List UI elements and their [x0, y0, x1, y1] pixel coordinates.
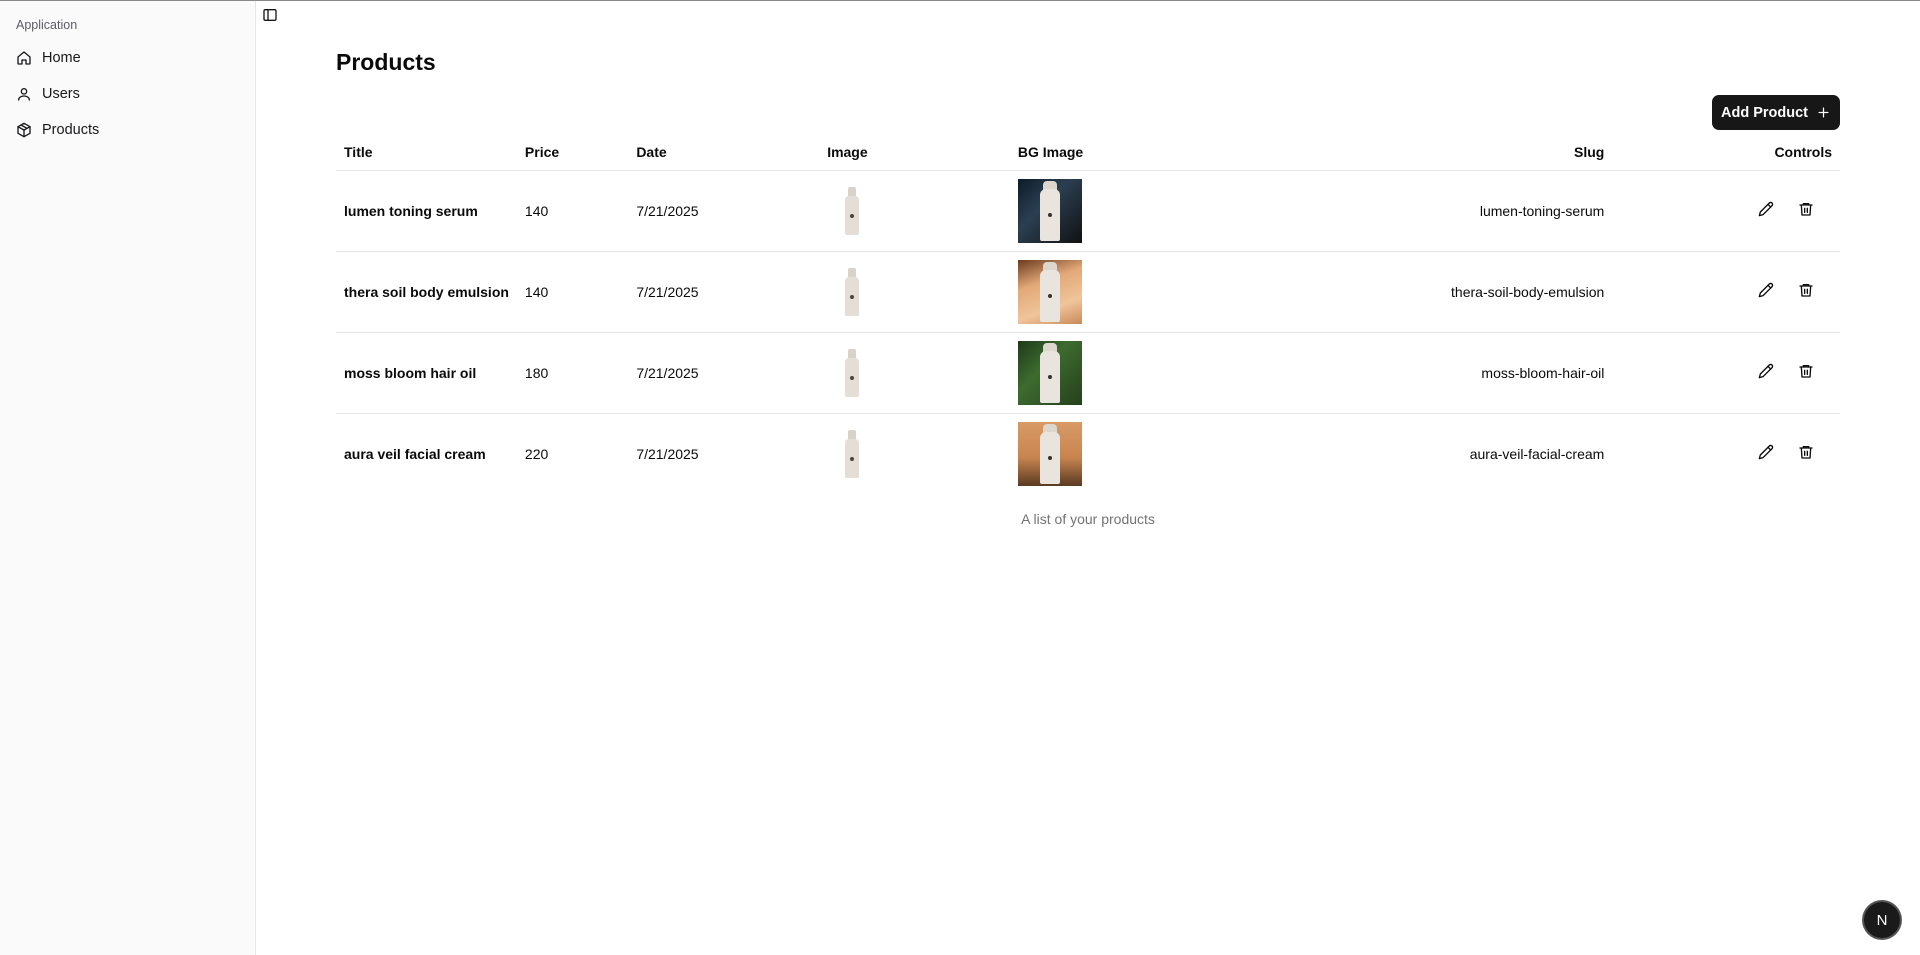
- product-title: moss bloom hair oil: [336, 332, 517, 414]
- delete-trash-icon[interactable]: [1798, 282, 1814, 298]
- delete-trash-icon[interactable]: [1798, 444, 1814, 460]
- column-header-slug: Slug: [1268, 134, 1613, 171]
- product-title: thera soil body emulsion: [336, 251, 517, 333]
- column-header-controls: Controls: [1612, 134, 1840, 171]
- sidebar-item-label: Home: [42, 50, 81, 66]
- delete-trash-icon[interactable]: [1798, 201, 1814, 217]
- add-product-button[interactable]: Add Product: [1712, 95, 1840, 130]
- sidebar-group-label: Application: [16, 18, 78, 32]
- edit-pencil-icon[interactable]: [1758, 201, 1774, 217]
- product-price: 140: [516, 170, 629, 252]
- home-icon: [17, 51, 31, 65]
- product-slug: moss-bloom-hair-oil: [1268, 332, 1613, 414]
- sidebar-item-home[interactable]: Home: [8, 41, 248, 75]
- product-bg-image: [1017, 178, 1082, 243]
- product-date: 7/21/2025: [636, 445, 699, 462]
- column-header-date: Date: [628, 134, 820, 171]
- table-row: moss bloom hair oil 180 7/21/2025 moss-b…: [336, 332, 1840, 414]
- product-title: lumen toning serum: [336, 170, 517, 252]
- sidebar-item-users[interactable]: Users: [8, 77, 248, 111]
- delete-trash-icon[interactable]: [1798, 363, 1814, 379]
- column-header-bg-image: BG Image: [1009, 134, 1269, 171]
- product-price: 220: [524, 445, 549, 462]
- product-image: [845, 186, 860, 235]
- edit-pencil-icon[interactable]: [1758, 444, 1774, 460]
- next-dev-badge[interactable]: N: [1864, 902, 1900, 938]
- plus-icon: [1818, 107, 1829, 118]
- column-header-image: Image: [819, 134, 1010, 171]
- product-bg-image: [1017, 259, 1082, 324]
- product-price: 140: [516, 251, 629, 333]
- sidebar-item-label: Products: [42, 122, 100, 138]
- sidebar-item-products[interactable]: Products: [8, 113, 248, 147]
- sidebar-item-label: Users: [42, 86, 80, 102]
- table-row: thera soil body emulsion 140 7/21/2025 t…: [336, 251, 1840, 333]
- product-slug: aura-veil-facial-cream: [1469, 445, 1605, 462]
- add-product-label: Add Product: [1721, 104, 1808, 121]
- product-image: [845, 348, 860, 397]
- sidebar: Application Home Users Products: [0, 1, 256, 955]
- table-caption: A list of your products: [1021, 511, 1155, 527]
- edit-pencil-icon[interactable]: [1758, 363, 1774, 379]
- page-title: Products: [336, 49, 436, 75]
- product-date: 7/21/2025: [628, 332, 820, 414]
- edit-pencil-icon[interactable]: [1758, 282, 1774, 298]
- table-row: lumen toning serum 140 7/21/2025 lumen-t…: [336, 170, 1840, 252]
- user-icon: [18, 88, 30, 101]
- product-price: 180: [516, 332, 629, 414]
- column-header-price: Price: [516, 134, 629, 171]
- sidebar-toggle-button[interactable]: [262, 7, 278, 23]
- product-date: 7/21/2025: [628, 251, 820, 333]
- product-date: 7/21/2025: [628, 170, 820, 252]
- product-image: [845, 429, 860, 478]
- product-slug: thera-soil-body-emulsion: [1268, 251, 1613, 333]
- panel-left-icon: [263, 9, 277, 21]
- products-table: Title Price Date Image BG Image Slug Con…: [336, 134, 1840, 494]
- product-slug: lumen-toning-serum: [1268, 170, 1613, 252]
- product-title: aura veil facial cream: [344, 445, 486, 462]
- column-header-title: Title: [336, 134, 517, 171]
- table-row: aura veil facial cream 220 7/21/2025 aur…: [336, 413, 1840, 494]
- product-bg-image: [1017, 421, 1082, 486]
- product-image: [845, 267, 860, 316]
- package-icon: [17, 122, 31, 138]
- product-bg-image: [1017, 340, 1082, 405]
- table-header-row: Title Price Date Image BG Image Slug Con…: [336, 134, 1840, 171]
